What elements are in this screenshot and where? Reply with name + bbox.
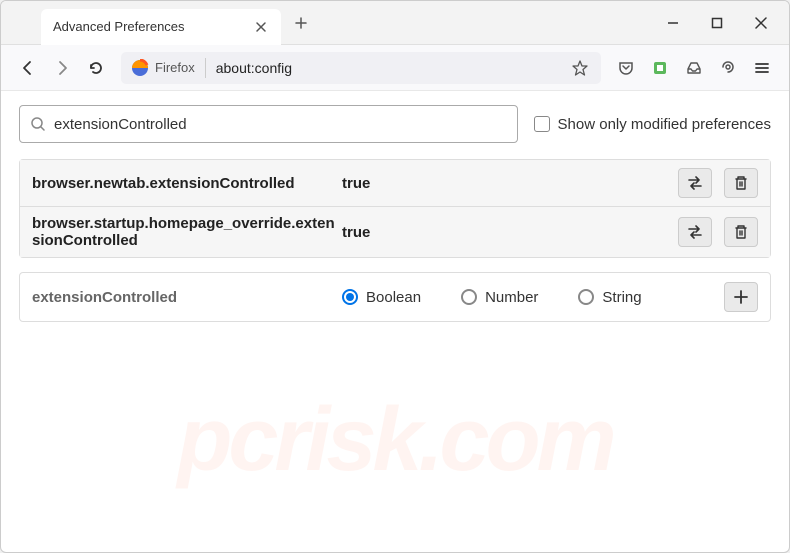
pref-value: true [342,224,678,241]
type-option-number[interactable]: Number [461,289,538,306]
radio-icon [578,289,594,305]
navigation-toolbar: Firefox about:config [1,45,789,91]
radio-icon [461,289,477,305]
new-tab-button[interactable] [285,7,317,39]
toggle-button[interactable] [678,168,712,198]
pref-value: true [342,175,678,192]
preferences-table: browser.newtab.extensionControlled true … [19,159,771,258]
pref-name: browser.newtab.extensionControlled [32,175,342,192]
delete-button[interactable] [724,168,758,198]
pref-row: browser.newtab.extensionControlled true [20,160,770,207]
toggle-button[interactable] [678,217,712,247]
radio-icon [342,289,358,305]
type-label: Boolean [366,289,421,306]
url-identity-label: Firefox [155,60,195,75]
add-button[interactable] [724,282,758,312]
shield-icon[interactable] [713,53,743,83]
pref-name: browser.startup.homepage_override.extens… [32,215,342,249]
search-input[interactable] [54,116,507,133]
tab-title: Advanced Preferences [53,19,253,34]
menu-button[interactable] [747,53,777,83]
content-area: Show only modified preferences browser.n… [1,91,789,552]
checkbox-icon[interactable] [534,116,550,132]
type-label: String [602,289,641,306]
inbox-icon[interactable] [679,53,709,83]
bookmark-star-icon[interactable] [569,57,591,79]
back-button[interactable] [13,53,43,83]
type-radio-group: Boolean Number String [342,289,712,306]
tab-bar: Advanced Preferences [1,1,789,45]
forward-button[interactable] [47,53,77,83]
url-identity: Firefox [131,58,206,78]
window-controls [663,13,789,33]
url-text: about:config [206,60,569,76]
extension-icon[interactable] [645,53,675,83]
pocket-icon[interactable] [611,53,641,83]
delete-button[interactable] [724,217,758,247]
close-window-button[interactable] [751,13,771,33]
type-label: Number [485,289,538,306]
tab-close-icon[interactable] [253,19,269,35]
search-icon [30,116,46,132]
new-preference-row: extensionControlled Boolean Number Strin… [19,272,771,322]
type-option-boolean[interactable]: Boolean [342,289,421,306]
browser-tab[interactable]: Advanced Preferences [41,9,281,45]
url-bar[interactable]: Firefox about:config [121,52,601,84]
modified-only-label: Show only modified preferences [558,116,771,133]
pref-row: browser.startup.homepage_override.extens… [20,207,770,257]
minimize-button[interactable] [663,13,683,33]
type-option-string[interactable]: String [578,289,641,306]
reload-button[interactable] [81,53,111,83]
modified-only-checkbox[interactable]: Show only modified preferences [534,116,771,133]
search-box[interactable] [19,105,518,143]
new-pref-name: extensionControlled [32,289,342,306]
maximize-button[interactable] [707,13,727,33]
watermark: pcrisk.com [177,389,612,492]
firefox-icon [131,59,149,77]
